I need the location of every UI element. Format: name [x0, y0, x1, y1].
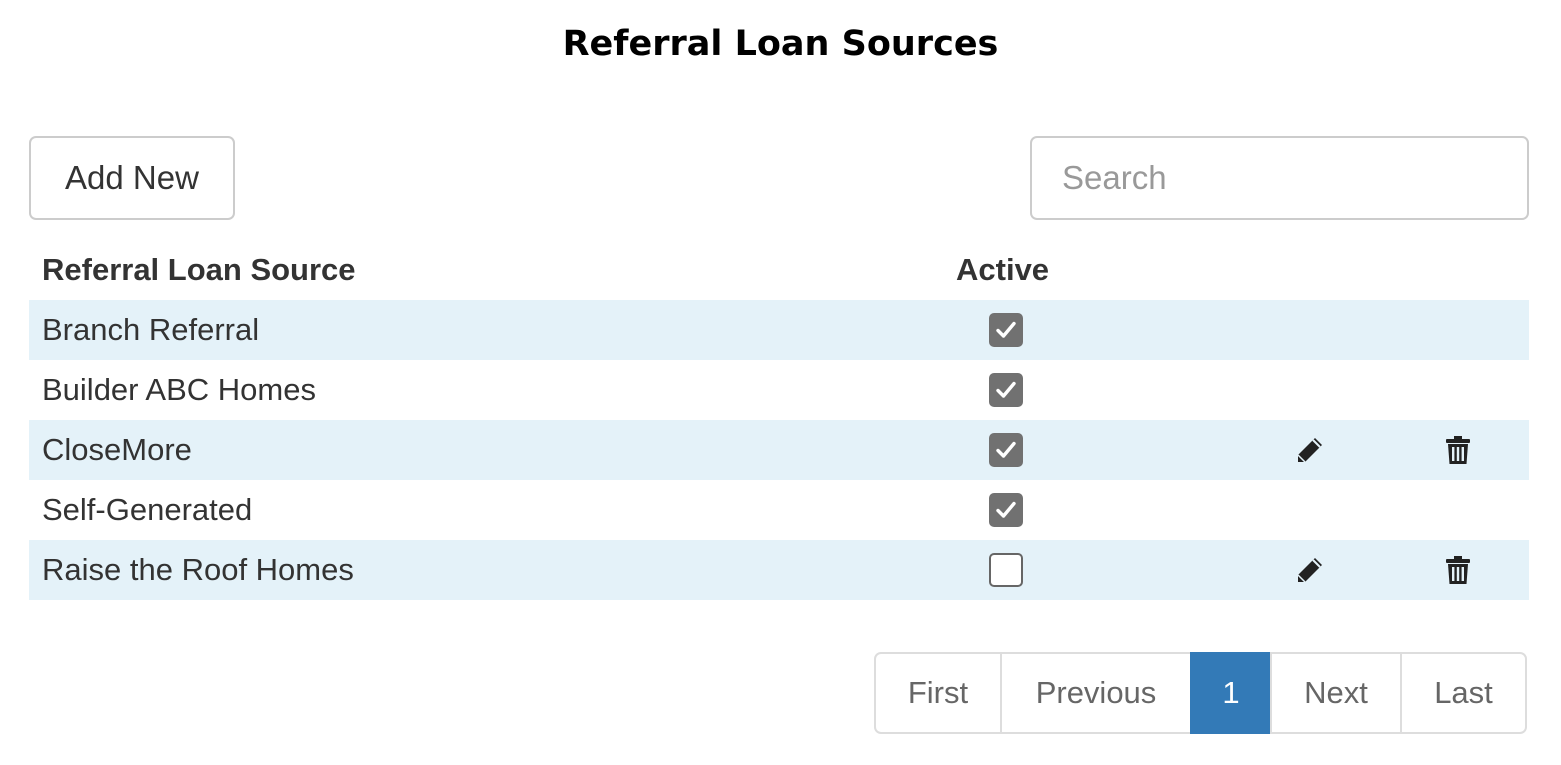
- pagination-next[interactable]: Next: [1270, 652, 1402, 734]
- checkmark-icon: [996, 441, 1016, 458]
- active-checkbox[interactable]: [989, 313, 1023, 347]
- checkmark-icon: [996, 501, 1016, 518]
- row-name: Branch Referral: [42, 312, 260, 347]
- pencil-icon[interactable]: [1293, 433, 1327, 467]
- pagination-first[interactable]: First: [874, 652, 1002, 734]
- trash-icon[interactable]: [1441, 433, 1475, 467]
- table-row: CloseMore: [29, 420, 1529, 480]
- checkmark-icon: [996, 381, 1016, 398]
- table-row: Branch Referral: [29, 300, 1529, 360]
- pagination-last[interactable]: Last: [1400, 652, 1527, 734]
- table-row: Raise the Roof Homes: [29, 540, 1529, 600]
- pagination: First Previous 1 Next Last: [874, 652, 1527, 734]
- column-header-name[interactable]: Referral Loan Source: [42, 240, 356, 300]
- active-checkbox[interactable]: [989, 553, 1023, 587]
- column-header-active[interactable]: Active: [956, 240, 1049, 300]
- page: Referral Loan Sources Add New Referral L…: [0, 0, 1561, 765]
- pencil-icon[interactable]: [1293, 553, 1327, 587]
- checkmark-icon: [996, 321, 1016, 338]
- trash-icon[interactable]: [1441, 553, 1475, 587]
- add-new-button[interactable]: Add New: [29, 136, 235, 220]
- table-row: Builder ABC Homes: [29, 360, 1529, 420]
- pagination-page-current[interactable]: 1: [1190, 652, 1272, 734]
- search-input[interactable]: [1030, 136, 1529, 220]
- active-checkbox[interactable]: [989, 493, 1023, 527]
- active-checkbox[interactable]: [989, 433, 1023, 467]
- row-name: Builder ABC Homes: [42, 372, 316, 407]
- table-row: Self-Generated: [29, 480, 1529, 540]
- pagination-previous[interactable]: Previous: [1000, 652, 1192, 734]
- active-checkbox[interactable]: [989, 373, 1023, 407]
- table-header: Referral Loan Source Active: [29, 240, 1529, 300]
- page-title: Referral Loan Sources: [562, 24, 999, 64]
- row-name: CloseMore: [42, 432, 192, 467]
- referral-sources-table: Referral Loan Source Active Branch Refer…: [29, 240, 1529, 600]
- row-name: Raise the Roof Homes: [42, 552, 354, 587]
- row-name: Self-Generated: [42, 492, 253, 527]
